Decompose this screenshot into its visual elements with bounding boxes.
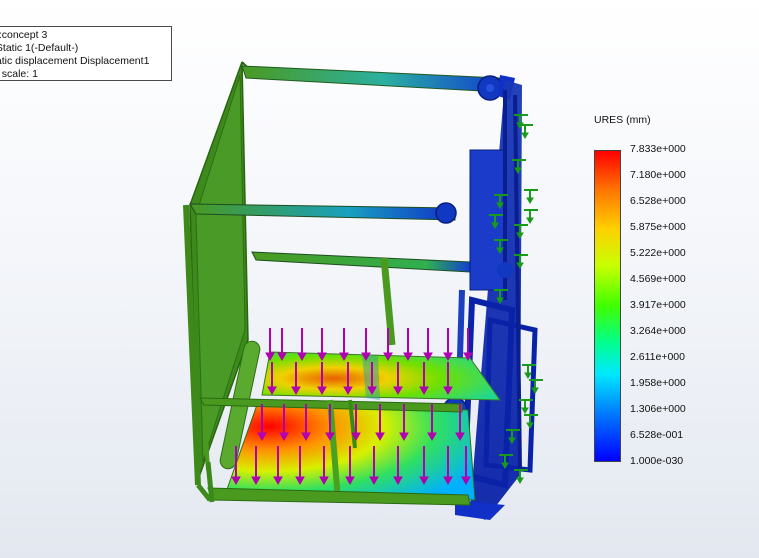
legend-label: 7.180e+000 [630,169,686,181]
legend-title: URES (mm) [594,114,651,126]
legend-label: 1.958e+000 [630,377,686,389]
legend-label: 3.917e+000 [630,299,686,311]
legend-label: 6.528e+000 [630,195,686,207]
legend-label: 7.833e+000 [630,143,686,155]
study-info-box: e:concept 3 :Static 1(-Default-) tatic d… [0,26,172,81]
fixture-arrow-head [526,217,534,224]
legend-color-bar [594,150,621,462]
fixture-arrow-head [516,477,524,484]
legend-label: 5.222e+000 [630,247,686,259]
info-line-plot-type: tatic displacement Displacement1 [0,55,150,67]
fixture-arrow-head [521,132,529,139]
top-rail [241,65,515,101]
graphics-viewport[interactable]: e:concept 3 :Static 1(-Default-) tatic d… [0,0,759,558]
legend-label: 1.306e+000 [630,403,686,415]
legend-label: 1.000e-030 [630,455,684,467]
fixture-arrow-head [524,372,532,379]
info-line-model: e:concept 3 [0,29,48,41]
info-line-deformation-scale: n scale: 1 [0,68,38,80]
fixture-arrow-head [526,197,534,204]
legend-label: 3.264e+000 [630,325,686,337]
back-shelf-plate [261,351,501,401]
legend-label: 2.611e+000 [630,351,685,363]
info-line-study: :Static 1(-Default-) [0,42,79,54]
fixture-arrow-head [521,407,529,414]
legend-label: 4.569e+000 [630,273,686,285]
legend-label: 6.528e-001 [630,429,684,441]
legend-labels: 7.833e+000 7.180e+000 6.528e+000 5.875e+000… [630,140,730,470]
legend-label: 5.875e+000 [630,221,686,233]
